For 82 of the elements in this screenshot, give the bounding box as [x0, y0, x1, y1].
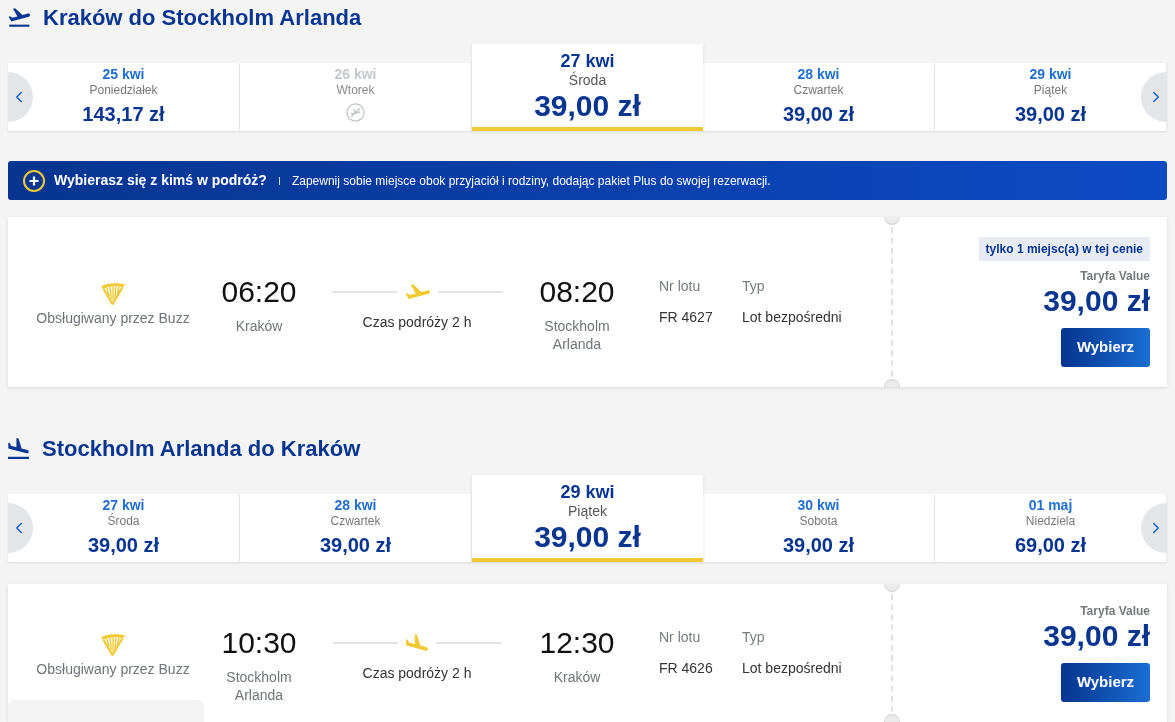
harp-icon — [100, 632, 126, 656]
departure-city: Kraków — [235, 316, 283, 335]
date-tab[interactable]: 01 maj Niedziela 69,00 zł — [935, 494, 1167, 562]
harp-icon — [100, 281, 126, 305]
date-label: 28 kwi — [334, 496, 377, 514]
price-label: 39,00 zł — [534, 520, 641, 554]
date-tab[interactable]: 27 kwi Środa 39,00 zł — [8, 494, 240, 562]
banner-text: Zapewnij sobie miejsce obok przyjaciół i rodziny, dodając pakiet Plus do swojej rezerwacji. — [291, 172, 771, 190]
plane-landing-icon — [8, 437, 29, 459]
flight-type-label: Typ — [742, 627, 765, 646]
plus-icon — [23, 169, 45, 192]
date-label: 26 kwi — [334, 65, 377, 83]
price-label: 39,00 zł — [534, 89, 641, 123]
departure-time: 10:30 — [221, 624, 297, 661]
price-label: 39,00 zł — [782, 102, 855, 126]
arrival-time: 12:30 — [539, 624, 615, 661]
departure-city: Stockholm Arlanda — [225, 667, 293, 704]
plane-icon — [406, 634, 428, 651]
seats-left-badge: tylko 1 miejsc(a) w tej cenie — [978, 237, 1150, 261]
flight-number-label: Nr lotu — [659, 627, 701, 646]
card-notch — [884, 217, 900, 225]
price-label: 69,00 zł — [1014, 533, 1087, 557]
date-label: 29 kwi — [560, 481, 615, 503]
weekday-label: Piątek — [1033, 83, 1068, 97]
date-label: 01 maj — [1028, 496, 1073, 514]
weekday-label: Środa — [107, 514, 140, 528]
arrival-city: Stockholm Arlanda — [543, 316, 611, 353]
fare-price: 39,00 zł — [1043, 619, 1150, 653]
date-tab[interactable]: 27 kwi Środa 39,00 zł — [472, 44, 703, 131]
route-title: Kraków do Stockholm Arlanda — [43, 3, 362, 32]
price-label: 143,17 zł — [82, 102, 165, 126]
arrival-time: 08:20 — [539, 273, 615, 310]
date-label: 27 kwi — [102, 496, 145, 513]
plane-takeoff-icon — [8, 7, 30, 27]
route-title: Stockholm Arlanda do Kraków — [42, 434, 361, 463]
card-notch — [884, 714, 900, 722]
flight-type: Lot bezpośredni — [742, 658, 842, 677]
date-tab[interactable]: 25 kwi Poniedziałek 143,17 zł — [8, 63, 240, 131]
flight-type: Lot bezpośredni — [742, 307, 842, 326]
flight-number-label: Nr lotu — [659, 276, 701, 295]
operator-text: Obsługiwany przez Buzz — [36, 660, 190, 677]
weekday-label: Czwartek — [793, 83, 844, 97]
flight-number: FR 4627 — [659, 307, 713, 326]
price-label: 39,00 zł — [87, 533, 160, 557]
crossed-plane-icon — [346, 103, 365, 122]
weekday-label: Poniedziałek — [89, 83, 158, 97]
date-tab[interactable]: 26 kwi Wtorek — [240, 63, 472, 131]
date-label: 29 kwi — [1029, 65, 1072, 83]
weekday-label: Środa — [568, 72, 607, 88]
card-notch — [884, 584, 900, 592]
weekday-label: Sobota — [799, 514, 838, 528]
duration-text: Czas podróży 2 h — [362, 663, 472, 682]
date-label: 28 kwi — [797, 65, 840, 83]
price-label: 39,00 zł — [782, 533, 855, 557]
fare-label: Taryfa Value — [1080, 269, 1150, 283]
weekday-label: Wtorek — [336, 83, 375, 97]
card-notch — [884, 379, 900, 387]
arrival-city: Kraków — [553, 667, 601, 686]
select-button[interactable]: Wybierz — [1061, 663, 1150, 702]
price-label: 39,00 zł — [1014, 102, 1087, 126]
price-label: 39,00 zł — [319, 533, 392, 557]
date-tab[interactable]: 29 kwi Piątek 39,00 zł — [472, 475, 703, 562]
date-tab[interactable]: 30 kwi Sobota 39,00 zł — [703, 494, 935, 562]
plane-icon — [404, 284, 430, 299]
fare-price: 39,00 zł — [1043, 284, 1150, 318]
weekday-label: Piątek — [568, 503, 607, 519]
date-label: 25 kwi — [102, 65, 145, 83]
duration-text: Czas podróży 2 h — [362, 312, 472, 331]
banner-heading: Wybierasz się z kimś w podróż? — [54, 171, 267, 190]
fare-label: Taryfa Value — [1080, 604, 1150, 618]
operator-text: Obsługiwany przez Buzz — [36, 309, 190, 326]
date-tab[interactable]: 28 kwi Czwartek 39,00 zł — [240, 494, 472, 562]
date-tab[interactable]: 29 kwi Piątek 39,00 zł — [935, 63, 1167, 131]
flight-type-label: Typ — [742, 276, 765, 295]
date-tab[interactable]: 28 kwi Czwartek 39,00 zł — [703, 63, 935, 131]
weekday-label: Czwartek — [330, 514, 381, 528]
select-button[interactable]: Wybierz — [1061, 328, 1150, 367]
weekday-label: Niedziela — [1025, 514, 1076, 528]
departure-time: 06:20 — [221, 273, 297, 310]
date-label: 30 kwi — [797, 496, 840, 514]
date-label: 27 kwi — [560, 50, 615, 71]
flight-number: FR 4626 — [659, 658, 713, 677]
